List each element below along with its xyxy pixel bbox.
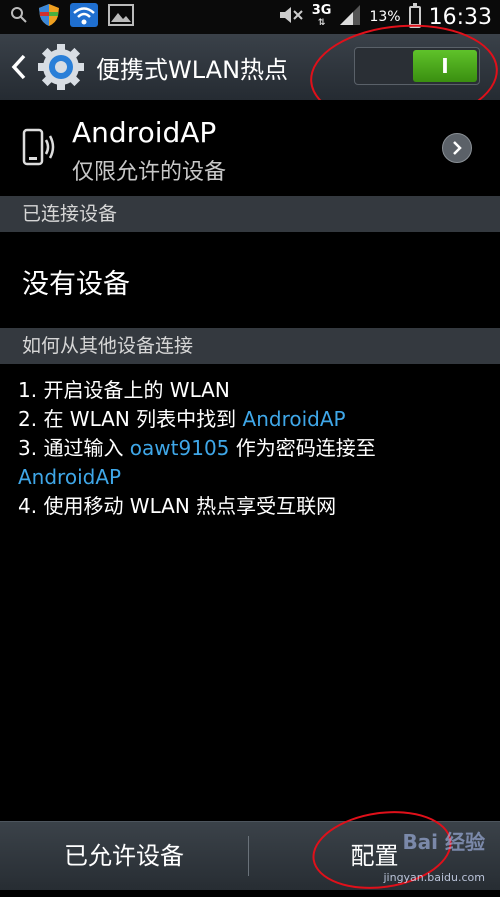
shield-icon — [38, 3, 60, 31]
watermark-brand: Bai 经验 — [402, 830, 485, 854]
how-to-connect-header: 如何从其他设备连接 — [0, 328, 500, 364]
step-3-ssid: AndroidAP — [18, 465, 122, 489]
baidu-watermark: Bai 经验 jingyan.baidu.com — [355, 826, 485, 886]
image-icon — [108, 4, 134, 30]
signal-icon — [339, 4, 361, 30]
step-4: 4. 使用移动 WLAN 热点享受互联网 — [18, 494, 337, 518]
back-icon[interactable] — [6, 47, 32, 87]
hotspot-name: AndroidAP — [72, 116, 217, 149]
wifi-icon — [70, 3, 98, 31]
page-title: 便携式WLAN热点 — [96, 55, 289, 84]
step-2: 2. 在 WLAN 列表中找到 AndroidAP — [18, 407, 346, 431]
mute-icon — [278, 4, 304, 30]
hotspot-subtitle: 仅限允许的设备 — [72, 160, 227, 185]
network-type: 3G ⇅ — [311, 3, 332, 28]
password-highlight: oawt9105 — [129, 436, 230, 460]
battery-percent: 13% — [369, 9, 401, 25]
ssid-highlight: AndroidAP — [242, 407, 346, 431]
settings-gear-icon — [36, 42, 86, 92]
connected-devices-header: 已连接设备 — [0, 196, 500, 232]
chevron-right-icon[interactable] — [442, 133, 472, 163]
watermark-url: jingyan.baidu.com — [383, 871, 485, 884]
phone-hotspot-icon — [22, 128, 56, 168]
search-icon — [10, 6, 28, 28]
no-devices-text: 没有设备 — [22, 269, 130, 300]
step-3: 3. 通过输入 oawt9105 作为密码连接至 — [18, 436, 376, 460]
instructions: 1. 开启设备上的 WLAN 2. 在 WLAN 列表中找到 AndroidAP… — [18, 376, 488, 521]
step-1: 1. 开启设备上的 WLAN — [18, 378, 230, 402]
allowed-devices-button[interactable]: 已允许设备 — [0, 822, 248, 890]
